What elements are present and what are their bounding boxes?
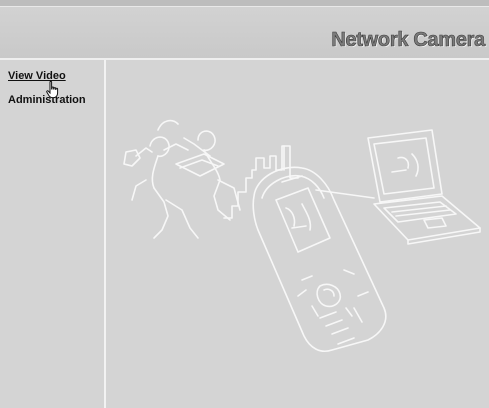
sidebar-nav: View Video Administration bbox=[0, 60, 106, 408]
page-header: Network Camera bbox=[0, 7, 489, 60]
laptop bbox=[367, 129, 481, 245]
page-title: Network Camera bbox=[331, 29, 486, 52]
top-strip bbox=[0, 0, 489, 7]
main-content bbox=[106, 60, 489, 408]
hand-pointer-icon bbox=[46, 81, 59, 99]
mobile-phone bbox=[252, 166, 387, 352]
people-figures bbox=[123, 119, 241, 239]
connection-line bbox=[315, 189, 375, 199]
network-camera-illustration bbox=[123, 119, 481, 352]
